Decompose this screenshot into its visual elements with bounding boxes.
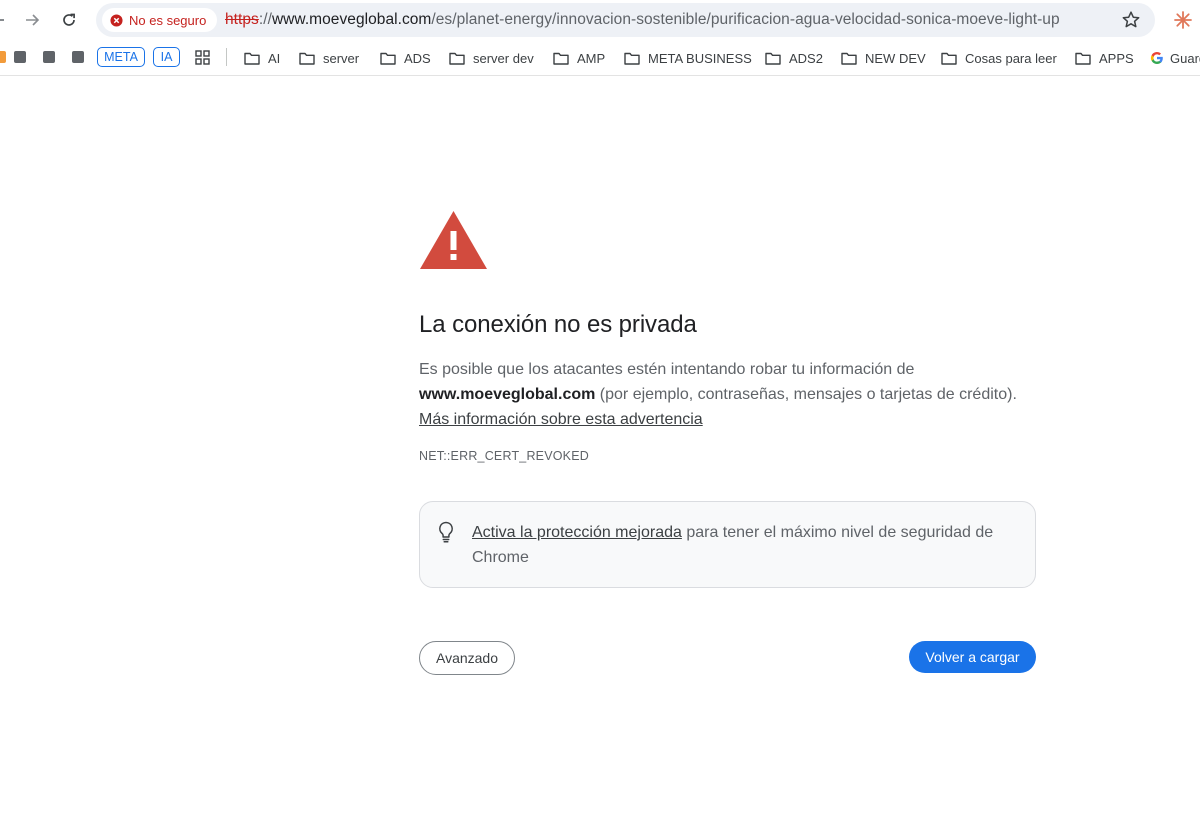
bookmark-ia[interactable]: IA	[153, 47, 180, 67]
bookmark-folder-server[interactable]: server	[299, 48, 359, 68]
bookmark-folder-new-dev[interactable]: NEW DEV	[841, 48, 926, 68]
error-code: NET::ERR_CERT_REVOKED	[419, 449, 589, 463]
folder-icon	[553, 52, 569, 65]
page-title: La conexión no es privada	[419, 311, 697, 338]
bookmark-folder-ads[interactable]: ADS	[380, 48, 431, 68]
url-text[interactable]: https://www.moeveglobal.com/es/planet-en…	[225, 11, 1060, 29]
bookmark-folder-ai[interactable]: AI	[244, 48, 280, 68]
bookmark-favicon-2[interactable]	[43, 51, 55, 63]
omnibox[interactable]: No es seguro https://www.moeveglobal.com…	[96, 3, 1155, 37]
bookmark-folder-label: ADS	[404, 50, 431, 66]
folder-icon	[841, 52, 857, 65]
bookmark-folder-server-dev[interactable]: server dev	[449, 48, 534, 68]
reload-icon	[63, 13, 75, 26]
explanation-paragraph: Es posible que los atacantes estén inten…	[419, 357, 1039, 432]
bookmark-folder-label: Cosas para leer	[965, 50, 1057, 66]
bookmark-folder-amp[interactable]: AMP	[553, 48, 605, 68]
bookmark-folder-label: AMP	[577, 50, 606, 66]
security-chip-label: No es seguro	[129, 12, 207, 28]
bookmark-folder-apps[interactable]: APPS	[1075, 48, 1134, 68]
bookmark-folder-label: server dev	[473, 50, 534, 66]
lightbulb-icon	[437, 521, 455, 543]
advanced-button[interactable]: Avanzado	[419, 641, 515, 675]
enhanced-protection-link[interactable]: Activa la protección mejorada	[472, 524, 682, 541]
bookmark-google-item[interactable]: Guard	[1150, 48, 1200, 68]
forward-button[interactable]	[20, 8, 44, 32]
bookmark-folder-label: APPS	[1099, 50, 1134, 66]
google-icon	[1150, 51, 1163, 65]
bookmark-folder-label: META BUSINESS	[648, 50, 752, 66]
url-path: /es/planet-energy/innovacion-sostenible/…	[431, 11, 1060, 28]
bookmark-folder-label: server	[323, 50, 360, 66]
bookmark-folder-label: ADS2	[789, 50, 823, 66]
folder-icon	[1075, 52, 1091, 65]
folder-icon	[380, 52, 396, 65]
explanation-prefix: Es posible que los atacantes estén inten…	[419, 361, 915, 378]
warning-triangle-icon	[419, 210, 488, 270]
apps-grid-icon[interactable]	[195, 50, 210, 65]
security-chip[interactable]: No es seguro	[102, 8, 218, 32]
back-button[interactable]	[0, 8, 10, 32]
bookmark-star-icon[interactable]	[1121, 10, 1141, 30]
folder-icon	[624, 52, 640, 65]
bookmarks-divider	[226, 48, 227, 66]
explanation-suffix: (por ejemplo, contraseñas, mensajes o ta…	[595, 386, 1017, 403]
error-circle-icon	[110, 13, 123, 27]
bookmark-google-label: Guard	[1170, 50, 1200, 66]
bookmark-favicon-1[interactable]	[14, 51, 26, 63]
url-scheme: https	[225, 11, 259, 28]
arrow-right-icon	[26, 14, 40, 26]
folder-icon	[299, 52, 315, 65]
folder-icon	[244, 52, 260, 65]
extension-sparkle-icon[interactable]	[1172, 9, 1194, 31]
bookmark-folder-label: NEW DEV	[865, 50, 926, 66]
url-separator: ://	[258, 11, 272, 28]
bookmark-folder-cosas-para-leer[interactable]: Cosas para leer	[941, 48, 1057, 68]
bookmark-favicon-orange[interactable]	[0, 51, 6, 63]
bookmark-favicon-3[interactable]	[72, 51, 84, 63]
enhanced-protection-promo: Activa la protección mejorada para tener…	[419, 501, 1036, 588]
reload-button[interactable]: Volver a cargar	[909, 641, 1036, 673]
url-host: www.moeveglobal.com	[271, 11, 432, 28]
folder-icon	[449, 52, 465, 65]
arrow-left-icon	[0, 19, 4, 21]
bookmark-folder-label: AI	[268, 50, 281, 66]
folder-icon	[765, 52, 781, 65]
bookmark-meta[interactable]: META	[97, 47, 145, 67]
enhanced-protection-text: Activa la protección mejorada para tener…	[472, 520, 1012, 570]
folder-icon	[941, 52, 957, 65]
learn-more-link[interactable]: Más información sobre esta advertencia	[419, 411, 703, 428]
bookmark-folder-meta-business[interactable]: META BUSINESS	[624, 48, 752, 68]
reload-page-button[interactable]	[57, 8, 81, 32]
browser-toolbar: No es seguro https://www.moeveglobal.com…	[0, 0, 1200, 40]
bookmark-folder-ads2[interactable]: ADS2	[765, 48, 823, 68]
site-domain: www.moeveglobal.com	[419, 386, 596, 403]
